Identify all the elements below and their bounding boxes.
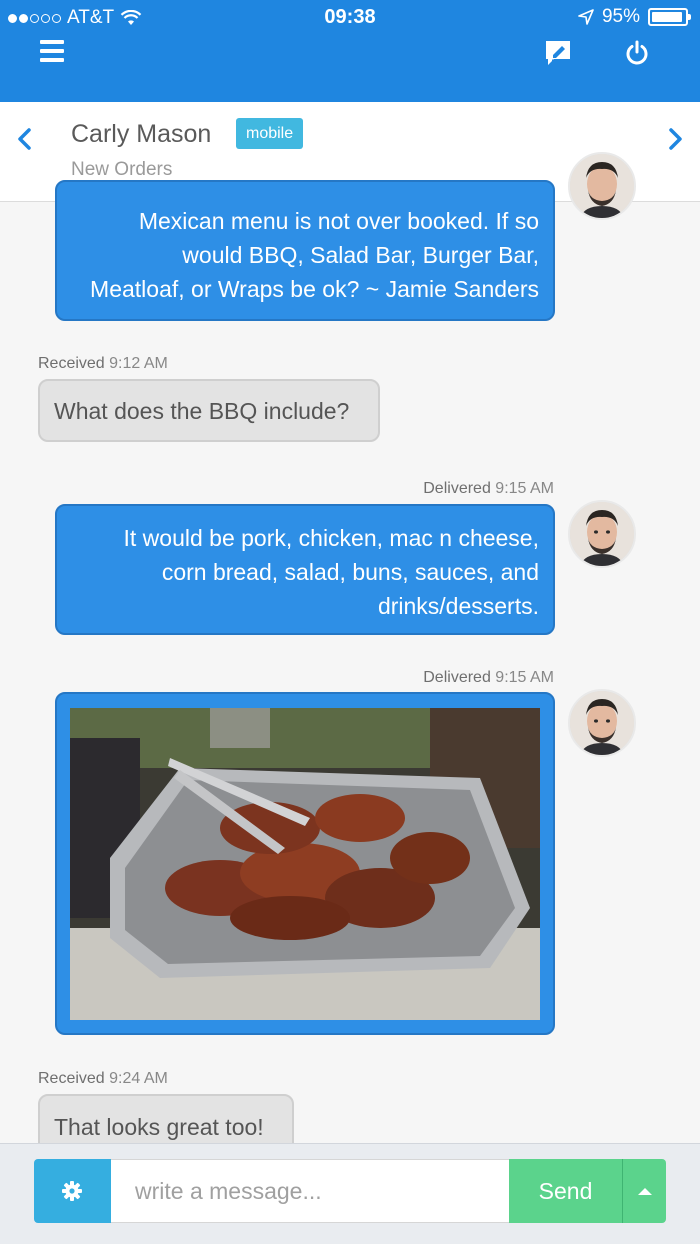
message-time: 9:12 AM	[109, 355, 168, 372]
message-text: That looks great too!	[54, 1114, 264, 1140]
app-header: AT&T 09:38 95%	[0, 0, 700, 102]
message-bubble-image	[55, 692, 555, 1035]
gear-icon	[62, 1181, 82, 1201]
message-status: Delivered	[423, 669, 491, 686]
message-line: It would be pork, chicken, mac n cheese,	[123, 525, 540, 551]
conversation-subtitle: New Orders	[71, 159, 173, 180]
message-line: would BBQ, Salad Bar, Burger Bar,	[182, 242, 539, 268]
status-bar: AT&T 09:38 95%	[0, 0, 700, 36]
message-meta: Delivered 9:15 AM	[355, 480, 554, 498]
chevron-right-icon[interactable]	[660, 124, 690, 154]
message-time: 9:15 AM	[495, 669, 554, 686]
battery-percent: 95%	[601, 6, 640, 27]
message-meta: Received 9:24 AM	[38, 1070, 168, 1088]
message-line: Mexican menu is not over booked. If so	[138, 208, 539, 234]
more-options-button[interactable]	[623, 1159, 666, 1223]
message-line: corn bread, salad, buns, sauces, and	[161, 559, 539, 585]
battery-icon	[648, 8, 691, 26]
avatar	[568, 152, 636, 220]
message-time: 9:15 AM	[495, 480, 554, 497]
message-text: What does the BBQ include?	[54, 398, 350, 424]
message-time: 9:24 AM	[109, 1070, 168, 1087]
message-status: Received	[38, 1070, 105, 1087]
avatar	[568, 500, 636, 568]
menu-icon[interactable]	[40, 40, 64, 62]
message-meta: Delivered 9:15 AM	[355, 669, 554, 687]
power-icon[interactable]	[624, 40, 650, 66]
message-status: Delivered	[423, 480, 491, 497]
message-bubble-incoming: What does the BBQ include?	[38, 379, 380, 442]
chevron-left-icon[interactable]	[10, 124, 40, 154]
message-meta: Received 9:12 AM	[38, 355, 168, 373]
location-arrow-icon	[578, 9, 594, 25]
message-input[interactable]	[111, 1159, 509, 1223]
caret-up-icon	[638, 1188, 652, 1195]
message-bubble-outgoing: Mexican menu is not over booked. If so w…	[55, 180, 555, 321]
bbq-chicken-photo[interactable]	[70, 708, 540, 1020]
avatar	[568, 689, 636, 757]
message-line: Meatloaf, or Wraps be ok? ~ Jamie Sander…	[90, 276, 539, 302]
contact-name: Carly Mason	[71, 120, 212, 148]
message-status: Received	[38, 355, 105, 372]
compose-icon[interactable]	[543, 38, 573, 68]
message-line: drinks/desserts.	[377, 593, 539, 619]
message-composer: Send	[0, 1143, 700, 1244]
settings-button[interactable]	[34, 1159, 111, 1223]
send-button[interactable]: Send	[509, 1159, 623, 1223]
message-bubble-outgoing: It would be pork, chicken, mac n cheese,…	[55, 504, 555, 635]
contact-type-badge: mobile	[236, 118, 304, 149]
